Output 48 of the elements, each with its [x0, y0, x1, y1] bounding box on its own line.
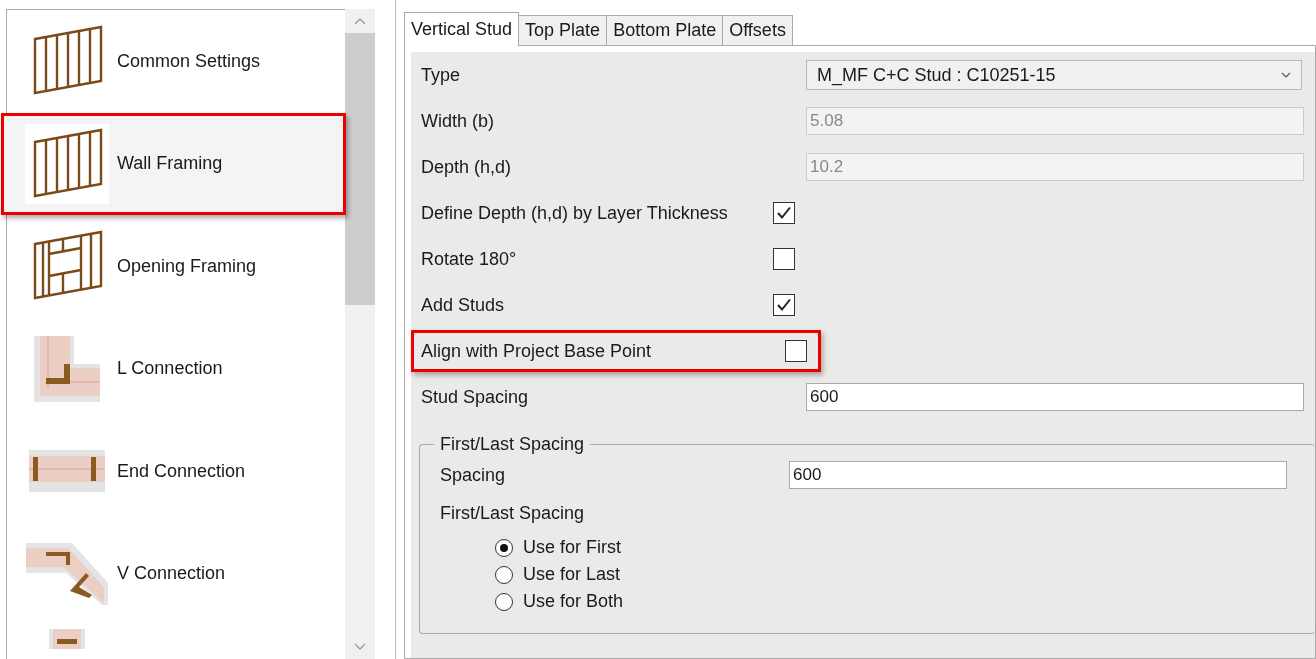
spacing-label: Spacing [440, 464, 507, 486]
type-dropdown[interactable]: M_MF C+C Stud : C10251-15 [806, 60, 1302, 90]
tab[interactable]: Top Plate [518, 15, 608, 45]
category-label: Wall Framing [117, 153, 223, 175]
property-label: Stud Spacing [421, 386, 529, 408]
property-label: Width (b) [421, 110, 494, 132]
tab[interactable]: Bottom Plate [606, 15, 724, 45]
radio-option[interactable]: Use for Both [495, 590, 1315, 613]
property-label: Depth (h,d) [421, 156, 512, 178]
radio-option[interactable]: Use for First [495, 536, 1315, 559]
tab[interactable]: Vertical Stud [404, 12, 520, 46]
end-joint-icon [29, 450, 105, 493]
checkbox[interactable] [773, 294, 795, 316]
property-label: Rotate 180° [421, 248, 517, 270]
category-item[interactable]: Common Settings [1, 10, 346, 113]
category-label: Opening Framing [117, 255, 257, 277]
category-item[interactable]: L Connection [1, 317, 346, 420]
checkmark-icon [776, 206, 792, 220]
radio-option[interactable]: Use for Last [495, 563, 1315, 586]
category-item[interactable]: Wall Framing [1, 112, 346, 215]
category-item[interactable]: Opening Framing [1, 215, 346, 318]
input-field[interactable]: 600 [789, 461, 1287, 489]
group-title: First/Last Spacing [439, 434, 586, 455]
corner-joint-icon [34, 335, 100, 402]
angled-joint-icon [26, 542, 108, 605]
checkbox[interactable] [773, 202, 795, 224]
checkbox[interactable] [773, 248, 795, 270]
scroll-up-icon[interactable] [354, 17, 366, 25]
option-label: First/Last Spacing [440, 503, 585, 523]
category-label: V Connection [117, 563, 226, 585]
property-label: Type [421, 64, 461, 86]
category-label: Common Settings [117, 50, 261, 72]
property-label: Define Depth (h,d) by Layer Thickness [421, 202, 728, 224]
checkmark-icon [776, 298, 792, 312]
scrollbar[interactable] [345, 9, 375, 659]
category-item[interactable]: End Connection [1, 420, 346, 523]
scroll-thumb[interactable] [345, 33, 375, 305]
scroll-down-icon[interactable] [354, 643, 366, 651]
category-label: L Connection [117, 358, 223, 380]
input-field[interactable]: 600 [806, 383, 1304, 411]
tab[interactable]: Offsets [722, 15, 793, 45]
category-item[interactable]: V Connection [1, 522, 346, 625]
wall-joint-icon [49, 629, 85, 649]
caret-icon [1281, 72, 1291, 78]
property-label: Align with Project Base Point [421, 340, 652, 362]
property-label: Add Studs [421, 294, 505, 316]
category-label: End Connection [117, 460, 246, 482]
checkbox[interactable] [785, 340, 807, 362]
